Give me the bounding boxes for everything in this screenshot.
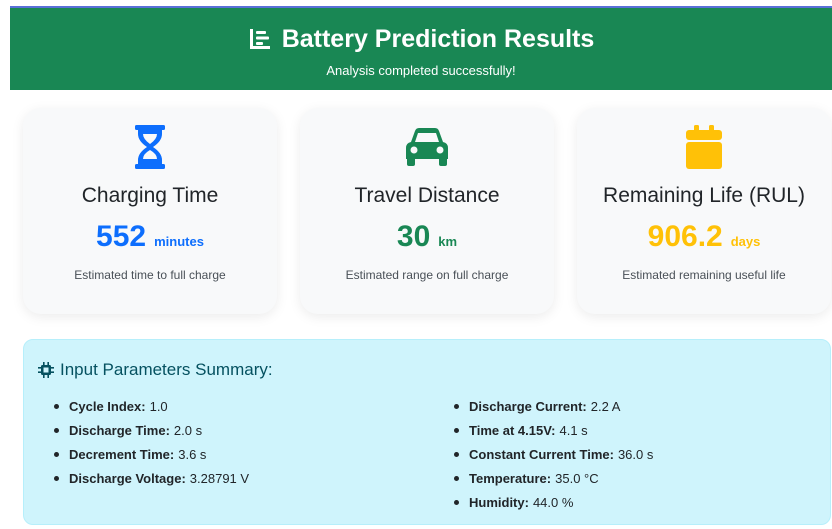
card-title: Remaining Life (RUL) — [603, 184, 805, 207]
parameters-list-right: Discharge Current: 2.2 A Time at 4.15V: 4.… — [454, 394, 653, 514]
page-title: Battery Prediction Results — [281, 24, 595, 53]
card-description: Estimated range on full charge — [345, 268, 509, 282]
param-label: Discharge Voltage: — [69, 470, 186, 486]
list-item: Discharge Time: 2.0 s — [54, 418, 249, 442]
param-label: Humidity: — [469, 494, 529, 510]
travel-distance-value: 30 — [396, 220, 431, 253]
charging-time-value: 552 — [96, 220, 147, 253]
param-value: 2.0 s — [173, 422, 203, 438]
remaining-life-card: Remaining Life (RUL) 906.2 days Estimate… — [577, 108, 831, 314]
input-parameters-summary: Input Parameters Summary: Cycle Index: 1.… — [23, 339, 831, 525]
chart-bar-icon — [248, 27, 272, 51]
microchip-icon — [38, 362, 54, 378]
card-title: Travel Distance — [354, 184, 500, 207]
list-item: Decrement Time: 3.6 s — [54, 442, 249, 466]
list-item: Time at 4.15V: 4.1 s — [454, 418, 653, 442]
results-header: Battery Prediction Results Analysis comp… — [10, 6, 832, 90]
param-label: Discharge Time: — [69, 422, 170, 438]
param-label: Time at 4.15V: — [469, 422, 556, 438]
card-title: Charging Time — [81, 184, 219, 207]
param-value: 36.0 s — [617, 446, 654, 462]
card-value-row: 906.2 days — [577, 220, 831, 254]
charging-time-card: Charging Time 552 minutes Estimated time… — [23, 108, 277, 314]
car-icon — [300, 122, 554, 172]
list-item: Constant Current Time: 36.0 s — [454, 442, 653, 466]
param-label: Decrement Time: — [69, 446, 175, 462]
param-label: Temperature: — [469, 470, 552, 486]
header-subtitle: Analysis completed successfully! — [326, 63, 516, 78]
param-value: 3.6 s — [178, 446, 207, 462]
param-label: Cycle Index: — [69, 398, 146, 414]
remaining-life-value: 906.2 — [647, 220, 723, 253]
param-value: 44.0 % — [532, 494, 574, 510]
card-description: Estimated remaining useful life — [622, 268, 786, 282]
calendar-icon — [577, 122, 831, 172]
card-description: Estimated time to full charge — [74, 268, 226, 282]
header-title-row: Battery Prediction Results — [10, 23, 832, 55]
summary-title: Input Parameters Summary: — [60, 360, 273, 379]
charging-time-unit: minutes — [154, 234, 204, 249]
summary-title-row: Input Parameters Summary: — [38, 360, 273, 380]
list-item: Discharge Current: 2.2 A — [454, 394, 653, 418]
remaining-life-unit: days — [730, 234, 761, 249]
param-value: 3.28791 V — [189, 470, 250, 486]
list-item: Humidity: 44.0 % — [454, 490, 653, 514]
param-value: 2.2 A — [590, 398, 621, 414]
list-item: Temperature: 35.0 °C — [454, 466, 653, 490]
hourglass-icon — [23, 122, 277, 172]
travel-distance-card: Travel Distance 30 km Estimated range on… — [300, 108, 554, 314]
param-label: Discharge Current: — [469, 398, 587, 414]
list-item: Cycle Index: 1.0 — [54, 394, 249, 418]
param-label: Constant Current Time: — [469, 446, 614, 462]
card-value-row: 552 minutes — [23, 220, 277, 254]
param-value: 35.0 °C — [555, 470, 599, 486]
list-item: Discharge Voltage: 3.28791 V — [54, 466, 249, 490]
param-value: 4.1 s — [559, 422, 588, 438]
param-value: 1.0 — [149, 398, 168, 414]
card-value-row: 30 km — [300, 220, 554, 254]
parameters-list-left: Cycle Index: 1.0 Discharge Time: 2.0 s Dec… — [54, 394, 249, 490]
travel-distance-unit: km — [438, 234, 458, 249]
